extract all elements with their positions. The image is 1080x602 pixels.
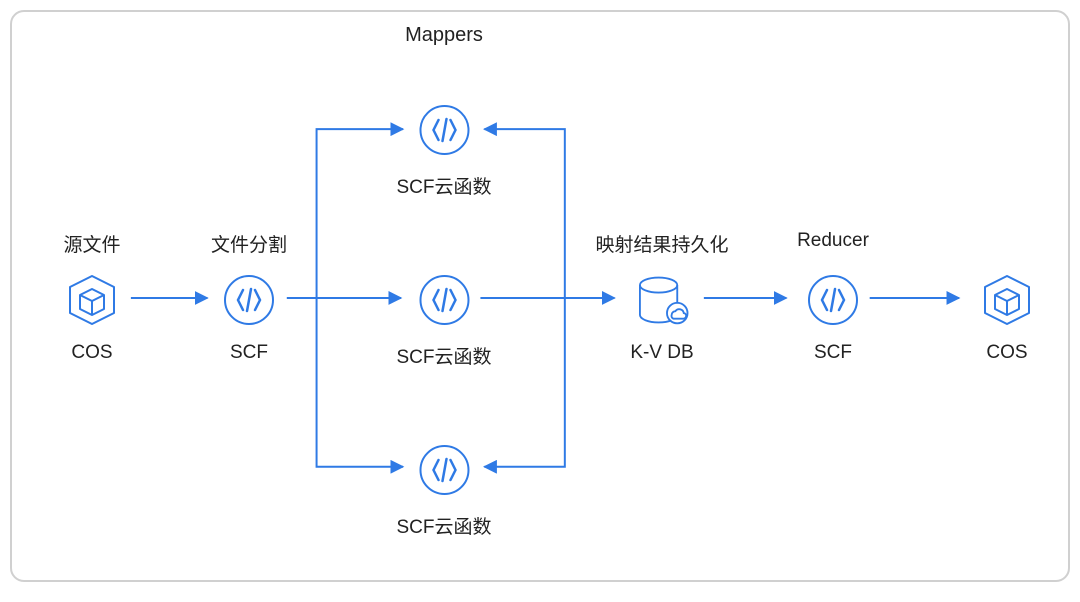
- node-kvdb: 映射结果持久化 K-V DB: [630, 272, 693, 364]
- node-cos-source: 源文件 COS: [64, 272, 120, 364]
- storage-cube-icon: [64, 272, 120, 328]
- arrow-splitter-to-mapper-top: [317, 129, 403, 298]
- splitter-label-below: SCF: [230, 342, 268, 364]
- node-splitter: 文件分割 SCF: [221, 272, 277, 364]
- function-icon: [416, 102, 472, 158]
- reducer-label-below: SCF: [814, 342, 852, 364]
- function-icon: [805, 272, 861, 328]
- storage-cube-icon: [979, 272, 1035, 328]
- reducer-label-above: Reducer: [733, 230, 933, 252]
- function-icon: [416, 272, 472, 328]
- database-icon: [634, 272, 690, 328]
- diagram-canvas: Mappers: [10, 10, 1070, 582]
- node-mapper-bot: SCF云函数: [396, 442, 491, 539]
- node-mapper-top: SCF云函数: [396, 102, 491, 199]
- mappers-section-title: Mappers: [405, 24, 483, 47]
- function-icon: [416, 442, 472, 498]
- arrow-kvdb-to-mapper-top: [484, 129, 564, 298]
- arrows-layer: [12, 12, 1068, 580]
- node-mapper-mid: SCF云函数: [396, 272, 491, 369]
- mapper-bot-label-below: SCF云函数: [396, 512, 491, 539]
- cos-result-label-below: COS: [986, 342, 1027, 364]
- node-cos-result: COS: [979, 272, 1035, 364]
- cos-source-label-below: COS: [71, 342, 112, 364]
- kvdb-label-above: 映射结果持久化: [562, 230, 762, 257]
- arrow-kvdb-to-mapper-bot: [484, 298, 564, 467]
- function-icon: [221, 272, 277, 328]
- mapper-mid-label-below: SCF云函数: [396, 342, 491, 369]
- kvdb-label-below: K-V DB: [630, 342, 693, 364]
- mapper-top-label-below: SCF云函数: [396, 172, 491, 199]
- splitter-label-above: 文件分割: [149, 230, 349, 257]
- arrow-splitter-to-mapper-bot: [317, 298, 403, 467]
- node-reducer: Reducer SCF: [805, 272, 861, 364]
